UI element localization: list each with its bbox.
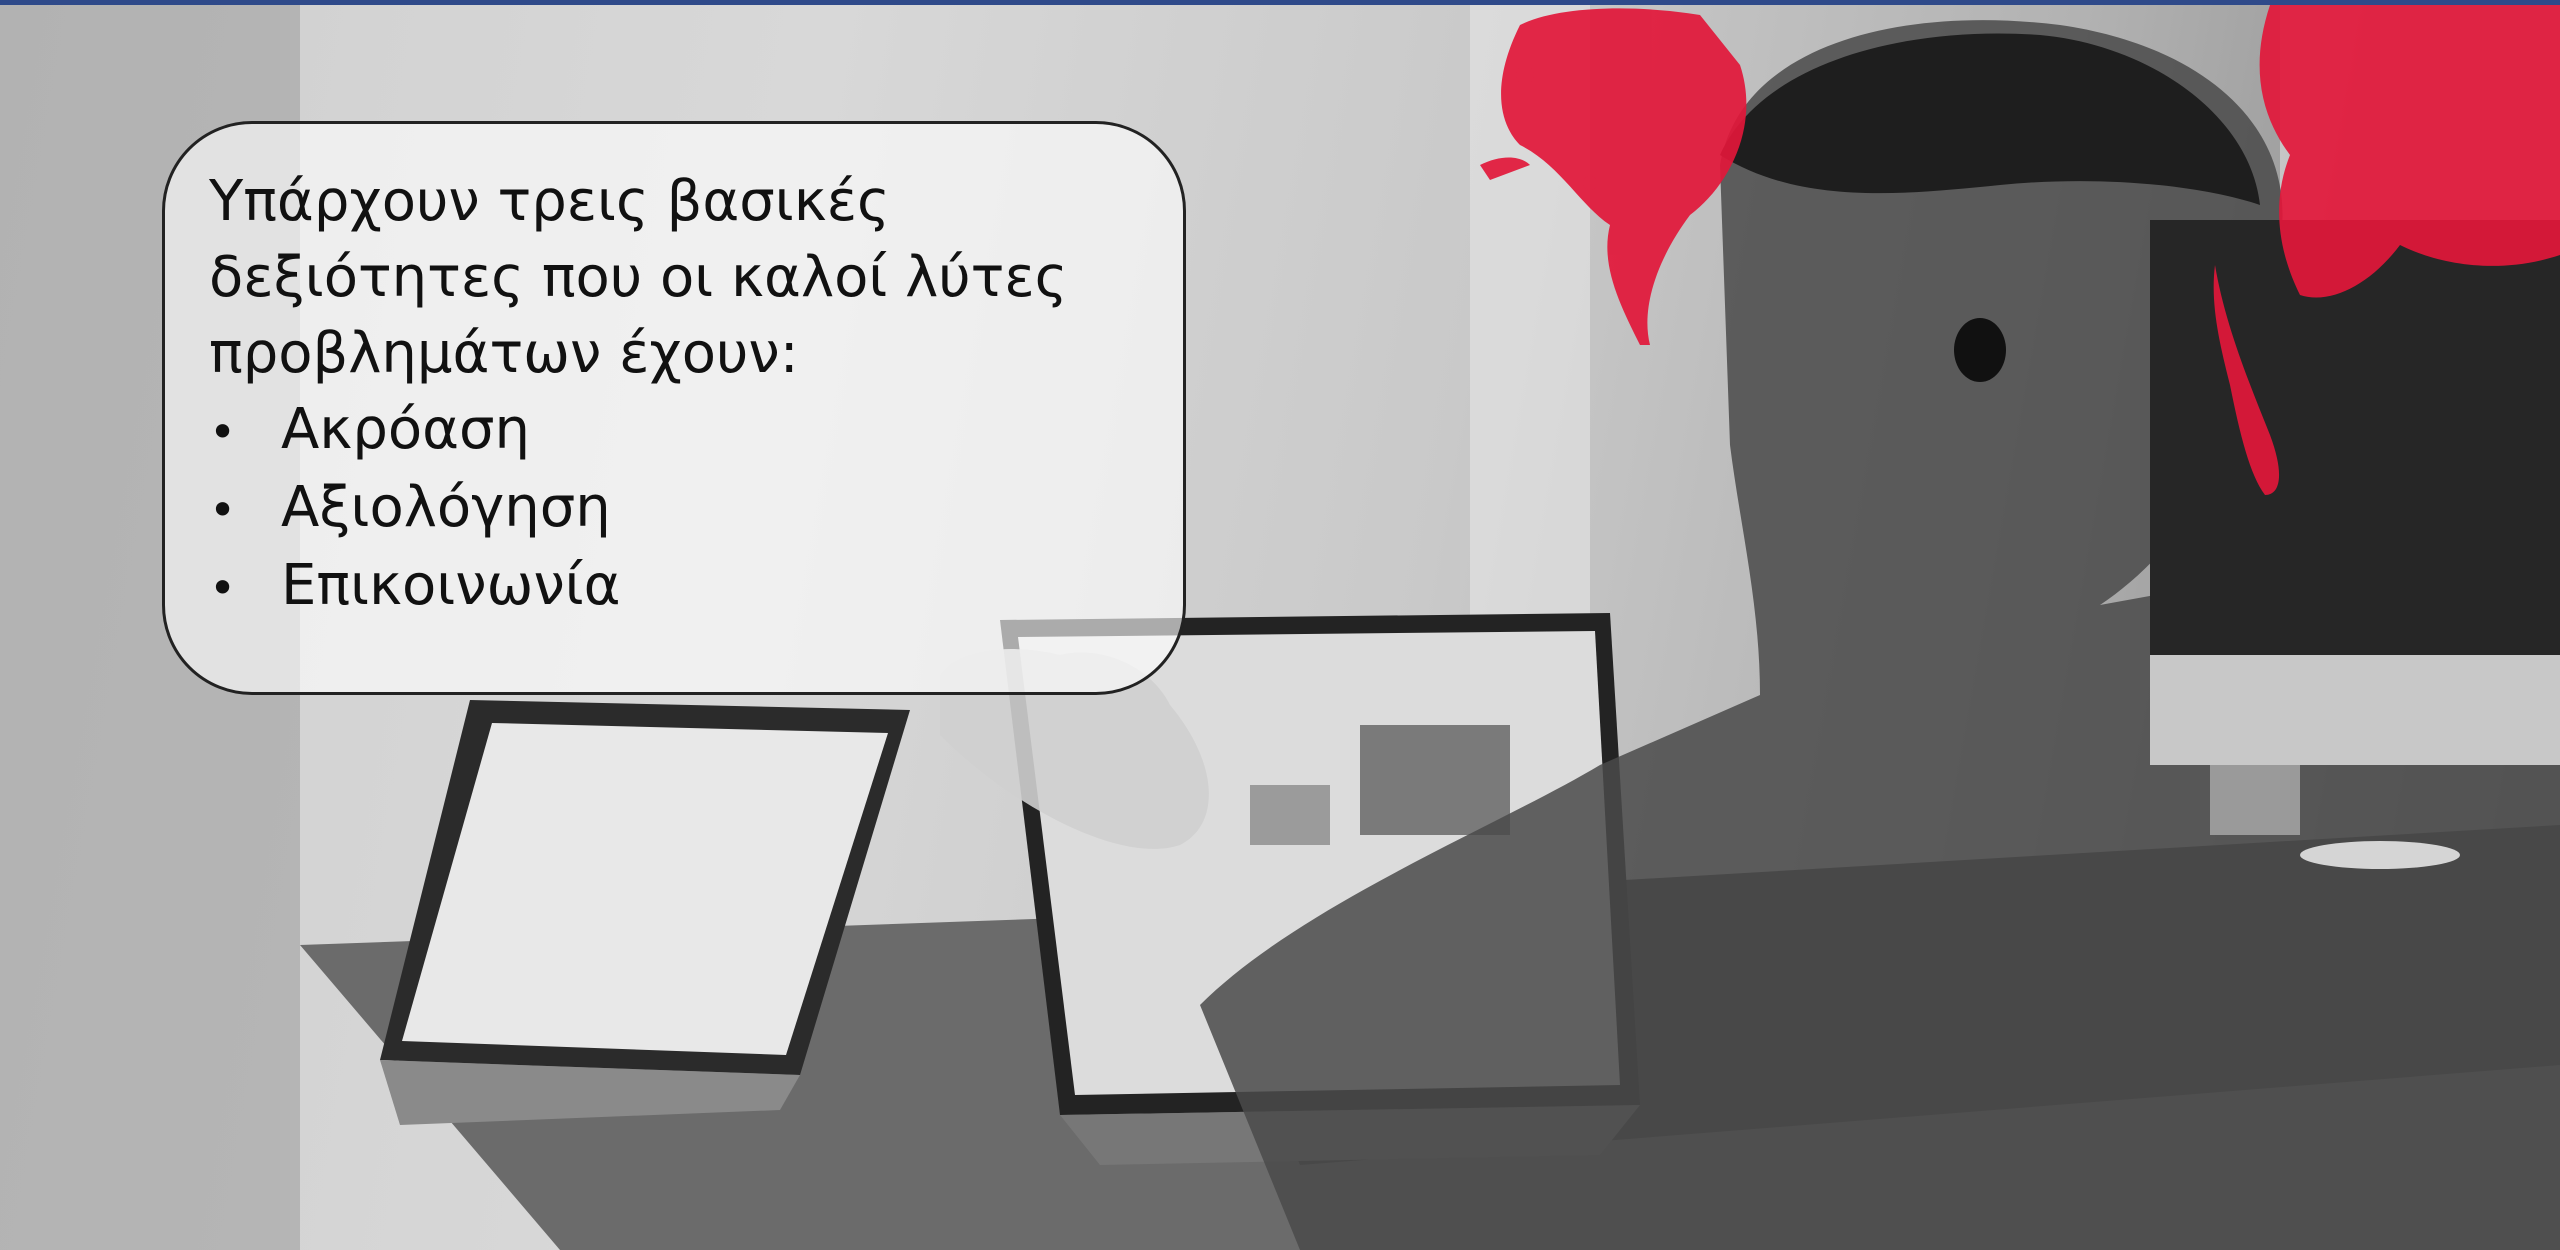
skills-list: • Ακρόαση • Αξιολόγηση • Επικοινωνία bbox=[209, 392, 1143, 626]
callout-intro: Υπάρχουν τρεις βασικές δεξιότητες που οι… bbox=[209, 169, 1068, 386]
list-item: • Επικοινωνία bbox=[209, 548, 1143, 626]
list-item: • Αξιολόγηση bbox=[209, 470, 1143, 548]
skill-label: Ακρόαση bbox=[281, 397, 531, 462]
skill-label: Αξιολόγηση bbox=[281, 475, 611, 540]
slide: Υπάρχουν τρεις βασικές δεξιότητες που οι… bbox=[0, 0, 2560, 1250]
skills-callout: Υπάρχουν τρεις βασικές δεξιότητες που οι… bbox=[162, 121, 1186, 695]
list-item: • Ακρόαση bbox=[209, 392, 1143, 470]
skill-label: Επικοινωνία bbox=[281, 553, 621, 618]
bullet-icon: • bbox=[209, 561, 237, 615]
bullet-icon: • bbox=[209, 405, 237, 459]
bullet-icon: • bbox=[209, 483, 237, 537]
logo-icon bbox=[1954, 318, 2006, 382]
